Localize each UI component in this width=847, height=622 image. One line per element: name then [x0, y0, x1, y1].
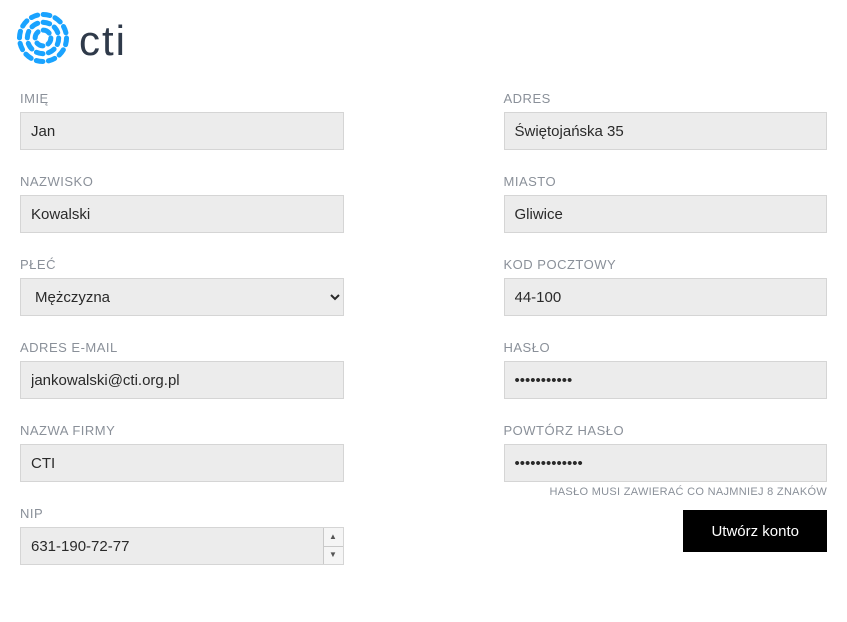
input-city[interactable]	[504, 195, 828, 233]
nip-step-up[interactable]: ▲	[324, 528, 343, 547]
label-address: ADRES	[504, 91, 828, 106]
input-first-name[interactable]	[20, 112, 344, 150]
label-company: NAZWA FIRMY	[20, 423, 344, 438]
field-city: MIASTO	[504, 174, 828, 233]
field-first-name: IMIĘ	[20, 91, 344, 150]
submit-row: Utwórz konto	[504, 510, 828, 552]
label-nip: NIP	[20, 506, 344, 521]
field-password: HASŁO	[504, 340, 828, 399]
label-city: MIASTO	[504, 174, 828, 189]
input-address[interactable]	[504, 112, 828, 150]
label-last-name: NAZWISKO	[20, 174, 344, 189]
form-right-column: ADRES MIASTO KOD POCZTOWY HASŁO POWTÓRZ …	[494, 91, 838, 589]
input-password[interactable]	[504, 361, 828, 399]
field-email: ADRES E-MAIL	[20, 340, 344, 399]
nip-stepper: ▲ ▼	[323, 528, 343, 564]
registration-form: IMIĘ NAZWISKO PŁEĆ Mężczyzna ADRES E-MAI…	[0, 91, 847, 589]
field-last-name: NAZWISKO	[20, 174, 344, 233]
input-company[interactable]	[20, 444, 344, 482]
password-hint: HASŁO MUSI ZAWIERAĆ CO NAJMNIEJ 8 ZNAKÓW	[504, 486, 828, 498]
field-password-repeat: POWTÓRZ HASŁO HASŁO MUSI ZAWIERAĆ CO NAJ…	[504, 423, 828, 498]
input-postal[interactable]	[504, 278, 828, 316]
field-nip: NIP ▲ ▼	[20, 506, 344, 565]
label-first-name: IMIĘ	[20, 91, 344, 106]
label-email: ADRES E-MAIL	[20, 340, 344, 355]
label-password: HASŁO	[504, 340, 828, 355]
field-address: ADRES	[504, 91, 828, 150]
label-gender: PŁEĆ	[20, 257, 344, 272]
logo-icon	[15, 10, 71, 71]
select-gender[interactable]: Mężczyzna	[20, 278, 344, 316]
label-postal: KOD POCZTOWY	[504, 257, 828, 272]
field-postal: KOD POCZTOWY	[504, 257, 828, 316]
form-left-column: IMIĘ NAZWISKO PŁEĆ Mężczyzna ADRES E-MAI…	[10, 91, 354, 589]
logo-text: cti	[79, 20, 127, 62]
nip-step-down[interactable]: ▼	[324, 547, 343, 565]
field-gender: PŁEĆ Mężczyzna	[20, 257, 344, 316]
input-password-repeat[interactable]	[504, 444, 828, 482]
input-email[interactable]	[20, 361, 344, 399]
input-nip[interactable]	[20, 527, 344, 565]
input-last-name[interactable]	[20, 195, 344, 233]
label-password-repeat: POWTÓRZ HASŁO	[504, 423, 828, 438]
logo: cti	[0, 10, 847, 71]
field-company: NAZWA FIRMY	[20, 423, 344, 482]
create-account-button[interactable]: Utwórz konto	[683, 510, 827, 552]
